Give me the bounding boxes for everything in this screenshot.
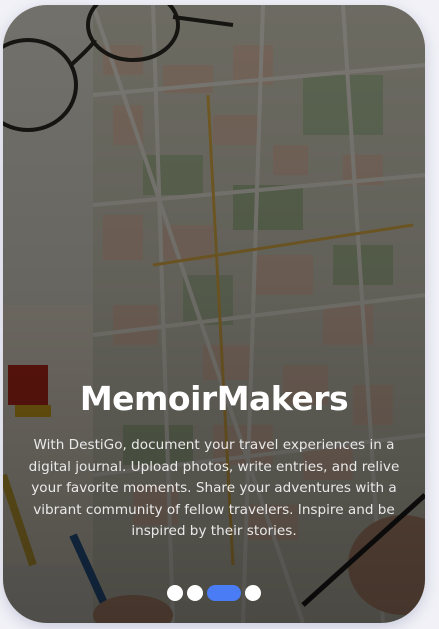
pagination-dot-4[interactable] [245,585,261,601]
pagination-dot-1[interactable] [167,585,183,601]
onboarding-content: MemoirMakers With DestiGo, document your… [3,375,425,543]
onboarding-title: MemoirMakers [79,379,349,418]
pagination-dot-2[interactable] [187,585,203,601]
onboarding-card: MemoirMakers With DestiGo, document your… [3,5,425,623]
onboarding-description: With DestiGo, document your travel exper… [28,437,400,539]
pagination-dot-3-active[interactable] [207,585,241,601]
pagination-dots [3,585,425,601]
